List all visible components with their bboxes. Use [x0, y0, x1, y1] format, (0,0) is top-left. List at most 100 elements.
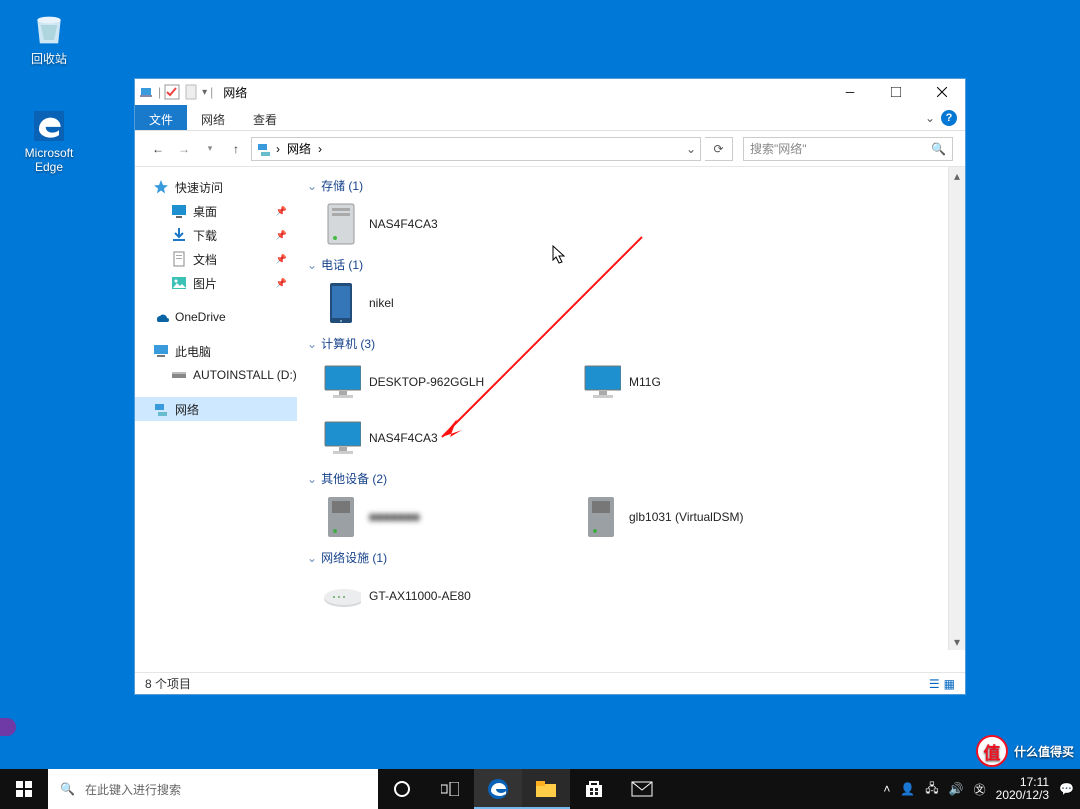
tab-view[interactable]: 查看	[239, 105, 291, 130]
nav-pictures[interactable]: 图片📌	[135, 271, 297, 295]
search-input[interactable]: 搜索"网络" 🔍	[743, 137, 953, 161]
router-icon	[321, 576, 361, 616]
system-tray: ˄ 👤 🖧 🔊 ㉆ 17:11 2020/12/3 💬	[877, 769, 1080, 809]
recycle-bin-icon	[29, 10, 69, 50]
tray-volume-icon[interactable]: 🔊	[949, 782, 964, 796]
recycle-bin-label: 回收站	[31, 50, 67, 67]
monitor-icon	[321, 418, 361, 458]
status-bar: 8 个项目 ☰ ▦	[135, 672, 965, 694]
taskbar-explorer[interactable]	[522, 769, 570, 809]
tiles-view-icon[interactable]: ▦	[944, 677, 955, 691]
taskbar-store[interactable]	[570, 769, 618, 809]
pin-icon: 📌	[276, 254, 287, 265]
nav-autoinstall[interactable]: AUTOINSTALL (D:)	[135, 363, 297, 387]
section-infra[interactable]: ⌄网络设施 (1)	[301, 545, 965, 568]
titlebar: | ▾ | 网络 ─	[135, 79, 965, 105]
server-icon	[581, 497, 621, 537]
checkbox-icon[interactable]	[164, 84, 180, 100]
nav-this-pc[interactable]: 此电脑	[135, 339, 297, 363]
watermark: 值 什么值得买	[976, 735, 1074, 767]
section-phone[interactable]: ⌄电话 (1)	[301, 252, 965, 275]
taskbar-search[interactable]: 🔍 在此键入进行搜索	[48, 769, 378, 809]
watermark-icon: 值	[976, 735, 1008, 767]
nav-documents[interactable]: 文档📌	[135, 247, 297, 271]
tray-clock[interactable]: 17:11 2020/12/3	[996, 776, 1049, 802]
tray-up-icon[interactable]: ˄	[883, 782, 890, 796]
content-pane: ⌄存储 (1) NAS4F4CA3 ⌄电话 (1) nikel ⌄计算机 (3)…	[297, 167, 965, 672]
pin-icon: 📌	[276, 206, 287, 217]
qat: | ▾ |	[135, 84, 217, 100]
forward-button[interactable]: →	[173, 138, 195, 160]
explorer-window: | ▾ | 网络 ─ 文件 网络 查看 ⌄? ← → ▾ ↑ › 网络 › ⌄ …	[134, 78, 966, 695]
scroll-up-button[interactable]: ▴	[949, 167, 965, 184]
side-pill	[0, 718, 16, 736]
start-button[interactable]	[0, 769, 48, 809]
monitor-icon	[581, 362, 621, 402]
nav-quick-access[interactable]: 快速访问	[135, 175, 297, 199]
tray-ime-icon[interactable]: ㉆	[974, 781, 986, 798]
task-view-button[interactable]	[426, 769, 474, 809]
edge-icon	[29, 106, 69, 146]
device-nas-computer[interactable]: NAS4F4CA3	[321, 410, 581, 466]
section-other[interactable]: ⌄其他设备 (2)	[301, 466, 965, 489]
tab-network[interactable]: 网络	[187, 105, 239, 130]
page-icon[interactable]	[183, 84, 199, 100]
taskbar-edge[interactable]	[474, 769, 522, 809]
scroll-down-button[interactable]: ▾	[949, 633, 965, 650]
section-computer[interactable]: ⌄计算机 (3)	[301, 331, 965, 354]
mouse-cursor	[552, 245, 568, 265]
search-placeholder: 搜索"网络"	[750, 140, 931, 157]
window-title: 网络	[217, 84, 827, 101]
crumb-network[interactable]: 网络	[284, 140, 314, 157]
refresh-button[interactable]: ⟳	[705, 137, 733, 161]
address-bar: ← → ▾ ↑ › 网络 › ⌄ ⟳ 搜索"网络" 🔍	[135, 131, 965, 167]
device-other-1[interactable]: ■■■■■■■	[321, 489, 581, 545]
device-router[interactable]: GT-AX11000-AE80	[321, 568, 581, 624]
device-nas-storage[interactable]: NAS4F4CA3	[321, 196, 581, 252]
device-nikel[interactable]: nikel	[321, 275, 581, 331]
search-icon: 🔍	[60, 782, 75, 796]
nav-pane: 快速访问 桌面📌 下载📌 文档📌 图片📌 OneDrive 此电脑 AUTOIN…	[135, 167, 297, 672]
ribbon-tabs: 文件 网络 查看 ⌄?	[135, 105, 965, 131]
window-body: 快速访问 桌面📌 下载📌 文档📌 图片📌 OneDrive 此电脑 AUTOIN…	[135, 167, 965, 672]
ribbon-expand[interactable]: ⌄?	[917, 105, 965, 130]
chevron-down-icon[interactable]: ⌄	[686, 142, 696, 156]
tray-people-icon[interactable]: 👤	[900, 782, 915, 796]
pin-icon: 📌	[276, 278, 287, 289]
section-storage[interactable]: ⌄存储 (1)	[301, 173, 965, 196]
tablet-icon	[321, 283, 361, 323]
breadcrumb[interactable]: › 网络 › ⌄	[251, 137, 701, 161]
maximize-button[interactable]	[873, 79, 919, 105]
tab-file[interactable]: 文件	[135, 105, 187, 130]
cortana-button[interactable]	[378, 769, 426, 809]
taskbar-mail[interactable]	[618, 769, 666, 809]
tray-network-icon[interactable]: 🖧	[925, 779, 938, 800]
up-button[interactable]: ↑	[225, 138, 247, 160]
taskbar: 🔍 在此键入进行搜索 ˄ 👤 🖧 🔊 ㉆ 17:11 2020/12/3 💬	[0, 769, 1080, 809]
edge-label-2: Edge	[35, 160, 63, 174]
item-count: 8 个项目	[145, 675, 191, 692]
close-button[interactable]	[919, 79, 965, 105]
back-button[interactable]: ←	[147, 138, 169, 160]
nav-network[interactable]: 网络	[135, 397, 297, 421]
nav-downloads[interactable]: 下载📌	[135, 223, 297, 247]
device-m11g[interactable]: M11G	[581, 354, 841, 410]
help-icon[interactable]: ?	[941, 110, 957, 126]
recent-button[interactable]: ▾	[199, 138, 221, 160]
device-desktop962[interactable]: DESKTOP-962GGLH	[321, 354, 581, 410]
details-view-icon[interactable]: ☰	[929, 677, 940, 691]
device-glb1031[interactable]: glb1031 (VirtualDSM)	[581, 489, 841, 545]
server-icon	[321, 497, 361, 537]
recycle-bin[interactable]: 回收站	[12, 10, 86, 67]
vertical-scrollbar[interactable]: ▴ ▾	[948, 167, 965, 650]
network-icon	[139, 84, 155, 100]
edge-shortcut[interactable]: Microsoft Edge	[12, 106, 86, 174]
nas-icon	[321, 204, 361, 244]
nav-desktop[interactable]: 桌面📌	[135, 199, 297, 223]
tray-notifications-icon[interactable]: 💬	[1059, 782, 1074, 796]
pin-icon: 📌	[276, 230, 287, 241]
nav-onedrive[interactable]: OneDrive	[135, 305, 297, 329]
monitor-icon	[321, 362, 361, 402]
minimize-button[interactable]: ─	[827, 79, 873, 105]
network-path-icon	[256, 141, 272, 157]
